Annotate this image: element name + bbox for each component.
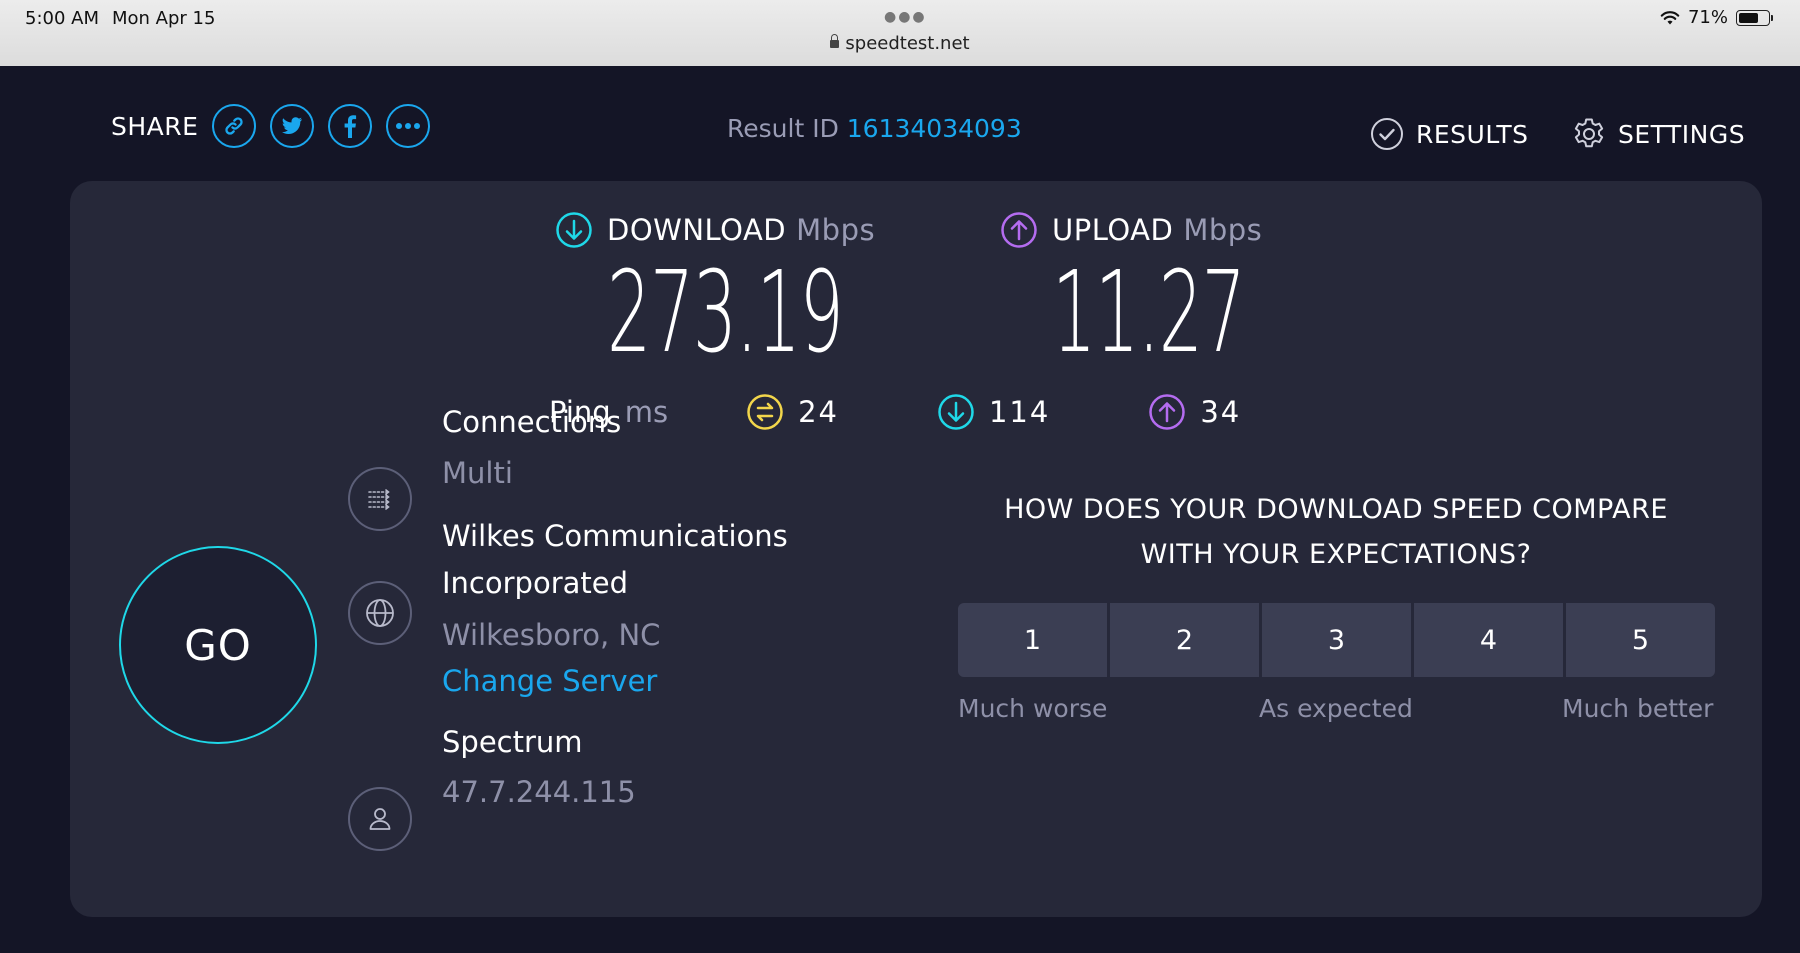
ping-idle: 24 [746,393,839,431]
rating-option-4[interactable]: 4 [1414,603,1563,677]
ping-unit: ms [624,395,669,429]
provider-ip: 47.7.244.115 [442,775,636,809]
download-latency-icon [938,394,974,430]
upload-unit: Mbps [1183,213,1263,247]
twitter-icon [282,117,303,134]
download-label: DOWNLOAD [607,213,787,247]
upload-label: UPLOAD [1052,213,1174,247]
results-nav-button[interactable]: RESULTS [1370,117,1528,151]
share-link-button[interactable] [212,104,257,148]
facebook-icon [345,115,357,138]
download-metric: DOWNLOAD Mbps 273.19 [555,211,987,369]
tab-overview-dots-icon[interactable]: ●●● [884,9,927,25]
rating-mid-label: As expected [1259,694,1413,723]
lock-icon [830,34,840,48]
ping-download: 114 [937,393,1050,431]
go-button[interactable]: GO [119,546,317,744]
provider-name: Spectrum [442,725,583,759]
server-name-line2: Incorporated [442,566,629,600]
ping-idle-value: 24 [798,395,839,429]
settings-label: SETTINGS [1618,119,1746,149]
upload-latency-icon [1149,394,1186,430]
user-icon [369,808,391,830]
link-icon [225,117,244,135]
rating-option-1[interactable]: 1 [958,603,1107,677]
share-twitter-button[interactable] [270,104,315,148]
server-icon-wrap [348,581,412,645]
gear-icon [1574,118,1604,148]
provider-icon-wrap [348,787,412,851]
rating-option-5[interactable]: 5 [1566,603,1715,677]
server-name-line1: Wilkes Communications [442,519,788,553]
clock-time: 5:00 AM [25,8,99,29]
connections-title: Connections [442,405,622,439]
share-label: SHARE [111,111,199,141]
ping-row: Ping ms 24 114 34 [549,393,1241,431]
download-unit: Mbps [796,213,876,247]
connections-icon [368,489,390,510]
result-id: Result ID 16134034093 [727,114,1022,143]
rating-option-2[interactable]: 2 [1110,603,1259,677]
upload-arrow-icon [1001,212,1037,248]
server-location: Wilkesboro, NC [442,618,661,652]
upload-metric: UPLOAD Mbps 11.27 [1000,211,1363,369]
clock-date: Mon Apr 15 [112,8,216,29]
ping-upload-value: 34 [1200,395,1242,429]
battery-icon [1736,9,1773,26]
address-url: speedtest.net [845,33,970,54]
browser-status-bar: 5:00 AM Mon Apr 15 ●●● speedtest.net 71% [0,0,1800,66]
survey-question-line1: HOW DOES YOUR DOWNLOAD SPEED COMPARE [1004,494,1668,525]
rating-scale: 1 2 3 4 5 [958,603,1715,677]
download-arrow-icon [556,212,592,248]
change-server-link[interactable]: Change Server [442,664,657,698]
wifi-icon [1660,10,1680,24]
settings-nav-button[interactable]: SETTINGS [1572,117,1745,151]
check-circle-icon [1371,118,1403,150]
result-id-link[interactable]: 16134034093 [847,114,1022,143]
share-bar: SHARE [111,104,444,148]
battery-percent: 71% [1687,7,1728,28]
connections-value: Multi [442,456,513,490]
download-value: 273.19 [607,248,844,378]
system-indicators: 71% [1660,7,1773,28]
address-bar[interactable]: speedtest.net [0,33,1800,54]
share-facebook-button[interactable] [328,104,373,148]
connections-icon-wrap [348,467,412,531]
idle-latency-icon [747,394,783,430]
upload-value: 11.27 [1052,248,1246,378]
share-more-button[interactable] [386,104,431,148]
globe-icon [366,599,394,627]
result-card: DOWNLOAD Mbps 273.19 UPLOAD Mbps 11.27 P… [70,181,1762,917]
result-id-label: Result ID [727,114,839,143]
more-icon [396,123,421,129]
results-label: RESULTS [1416,119,1529,149]
ping-upload: 34 [1148,393,1241,431]
ping-download-value: 114 [988,395,1051,429]
survey-question-line2: WITH YOUR EXPECTATIONS? [1140,539,1532,570]
rating-low-label: Much worse [958,694,1108,723]
rating-option-3[interactable]: 3 [1262,603,1411,677]
survey-question: HOW DOES YOUR DOWNLOAD SPEED COMPARE WIT… [956,487,1716,577]
rating-high-label: Much better [1562,694,1714,723]
